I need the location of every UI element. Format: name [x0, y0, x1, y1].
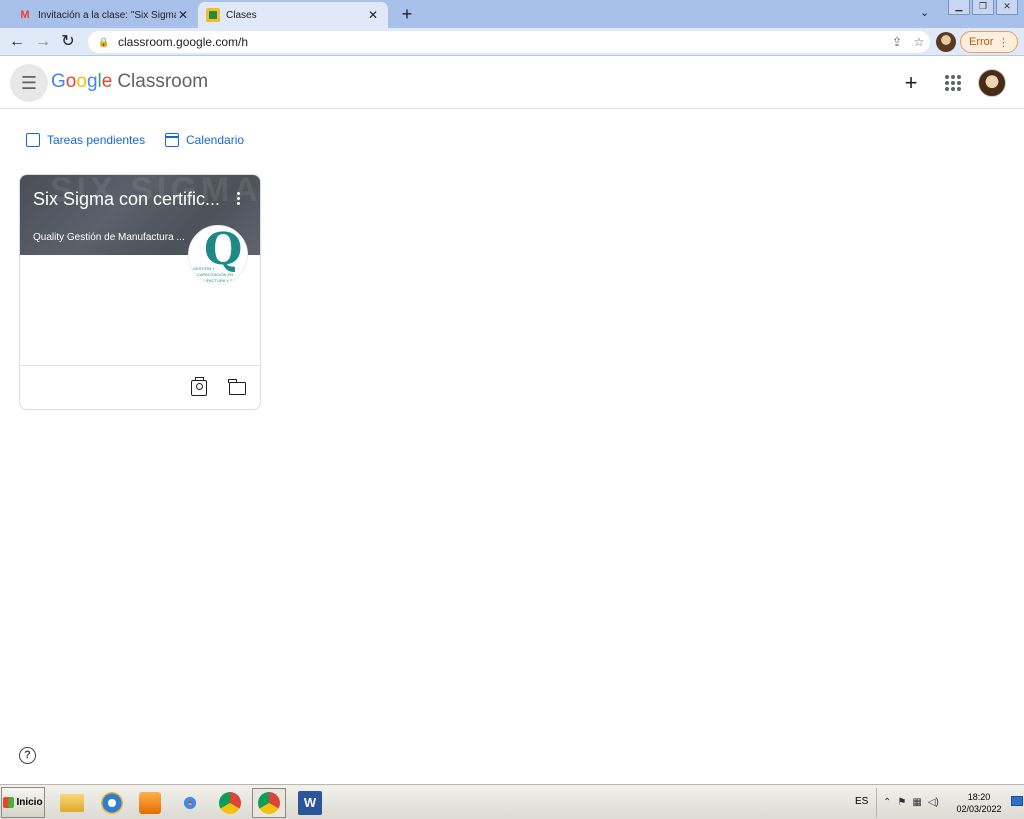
show-desktop-button[interactable]: [1011, 796, 1023, 806]
internet-explorer-icon: [101, 792, 123, 814]
student-work-icon[interactable]: [191, 377, 207, 396]
start-button[interactable]: Inicio: [1, 787, 45, 818]
window-controls: ▁ ❐ ✕: [946, 0, 1018, 15]
todo-label: Tareas pendientes: [47, 133, 146, 147]
account-avatar[interactable]: [978, 69, 1006, 97]
class-card-footer: [20, 365, 260, 409]
taskbar-chrome-default[interactable]: [173, 788, 207, 818]
address-bar[interactable]: 🔒 classroom.google.com/h ⇪ ☆: [88, 31, 930, 53]
owner-logo-text: GESTIÓN Y: [193, 266, 215, 271]
browser-toolbar: ← → ↻ 🔒 classroom.google.com/h ⇪ ☆ Error…: [0, 28, 1024, 56]
taskbar-chrome-profile-1[interactable]: [213, 788, 247, 818]
logo-letter: e: [101, 71, 113, 92]
windows-taskbar: Inicio W ES ⌃ ⚑ ▦ ◁) 18:20 02/03/2022: [0, 784, 1024, 819]
add-class-plus-icon[interactable]: +: [899, 70, 923, 95]
drive-folder-icon[interactable]: [228, 379, 246, 395]
taskbar-chrome-profile-2[interactable]: [252, 788, 286, 818]
minimize-button[interactable]: ▁: [948, 0, 970, 15]
clock-date: 02/03/2022: [956, 804, 1002, 814]
clock-time: 18:20: [967, 792, 991, 802]
browser-tab-strip: M Invitación a la clase: "Six Sigma con …: [0, 0, 1024, 28]
calendar-icon: [165, 133, 179, 147]
more-options-icon[interactable]: [230, 189, 246, 207]
class-card-title[interactable]: Six Sigma con certific...: [33, 189, 223, 210]
help-icon[interactable]: ?: [19, 747, 36, 764]
gmail-icon: M: [20, 9, 30, 21]
tab-classes[interactable]: Clases ✕: [198, 2, 388, 28]
kebab-menu-icon: ⋮: [998, 36, 1009, 49]
close-icon[interactable]: ✕: [176, 8, 190, 22]
class-card[interactable]: Six Sigma con certific... Quality Gestió…: [19, 174, 261, 410]
class-card-section[interactable]: Quality Gestión de Manufactura ...: [33, 232, 193, 243]
tray-icons: ⌃ ⚑ ▦ ◁): [883, 797, 939, 808]
new-tab-button[interactable]: +: [397, 4, 417, 24]
calendar-link[interactable]: Calendario: [165, 133, 244, 147]
close-window-button[interactable]: ✕: [996, 0, 1018, 15]
windows-logo-icon: [3, 797, 15, 808]
bookmark-star-icon[interactable]: ☆: [908, 35, 930, 49]
reload-icon[interactable]: ↻: [58, 32, 78, 52]
calendar-label: Calendario: [186, 133, 245, 147]
language-indicator[interactable]: ES: [855, 796, 868, 807]
logo-letter: o: [76, 71, 87, 92]
restore-button[interactable]: ❐: [972, 0, 994, 15]
checklist-icon: [26, 133, 40, 147]
classroom-icon: [206, 8, 220, 22]
show-hidden-icons-chevron-icon[interactable]: ⌃: [883, 797, 891, 808]
start-label: Inicio: [16, 797, 43, 808]
profile-avatar-small[interactable]: [936, 32, 956, 52]
classroom-header: ☰ Google Classroom +: [0, 57, 1024, 109]
tab-gmail-invitation[interactable]: M Invitación a la clase: "Six Sigma con …: [10, 2, 198, 28]
google-apps-icon[interactable]: [941, 71, 965, 95]
word-icon: W: [298, 791, 322, 815]
hamburger-menu-icon: ☰: [20, 72, 38, 93]
close-icon[interactable]: ✕: [366, 8, 380, 22]
file-explorer-icon: [60, 794, 84, 812]
error-label: Error: [969, 36, 994, 48]
chrome-icon: [258, 792, 280, 814]
lock-icon[interactable]: 🔒: [98, 37, 110, 48]
todo-link[interactable]: Tareas pendientes: [26, 133, 145, 147]
system-tray: ⌃ ⚑ ▦ ◁) 18:20 02/03/2022: [876, 788, 1024, 818]
tab-title: Clases: [226, 9, 257, 21]
owner-logo-text: NUFACTURA Y SEGU: [201, 278, 242, 283]
media-player-icon: [139, 792, 161, 814]
back-arrow-icon[interactable]: ←: [7, 32, 27, 52]
action-center-flag-icon[interactable]: ⚑: [897, 797, 906, 808]
chrome-icon: [179, 792, 201, 814]
logo-letter: o: [65, 71, 77, 92]
logo-letter: G: [51, 71, 66, 92]
clock[interactable]: 18:20 02/03/2022: [953, 791, 1005, 815]
forward-arrow-icon[interactable]: →: [33, 32, 53, 52]
taskbar-internet-explorer[interactable]: [95, 788, 129, 818]
taskbar-explorer[interactable]: [55, 788, 89, 818]
share-icon[interactable]: ⇪: [886, 35, 908, 49]
network-icon[interactable]: ▦: [912, 797, 921, 808]
product-name: Classroom: [117, 71, 209, 92]
class-owner-logo: Q GESTIÓN Y CAPACITACIÓN EN NUFACTURA Y …: [188, 225, 248, 285]
url-text[interactable]: classroom.google.com/h: [118, 35, 886, 49]
owner-logo-text: CAPACITACIÓN EN: [197, 272, 234, 277]
main-menu-button[interactable]: ☰: [10, 64, 48, 102]
profile-error-button[interactable]: Error ⋮: [960, 31, 1018, 53]
taskbar-word[interactable]: W: [293, 788, 327, 818]
logo-letter: g: [86, 71, 98, 92]
chrome-icon: [219, 792, 241, 814]
tab-title: Invitación a la clase: "Six Sigma con c: [38, 9, 176, 21]
tab-search-chevron-icon[interactable]: ⌄: [920, 6, 929, 19]
google-classroom-logo[interactable]: Google Classroom: [51, 71, 208, 93]
taskbar-media-player[interactable]: [133, 788, 167, 818]
volume-icon[interactable]: ◁): [928, 797, 939, 808]
